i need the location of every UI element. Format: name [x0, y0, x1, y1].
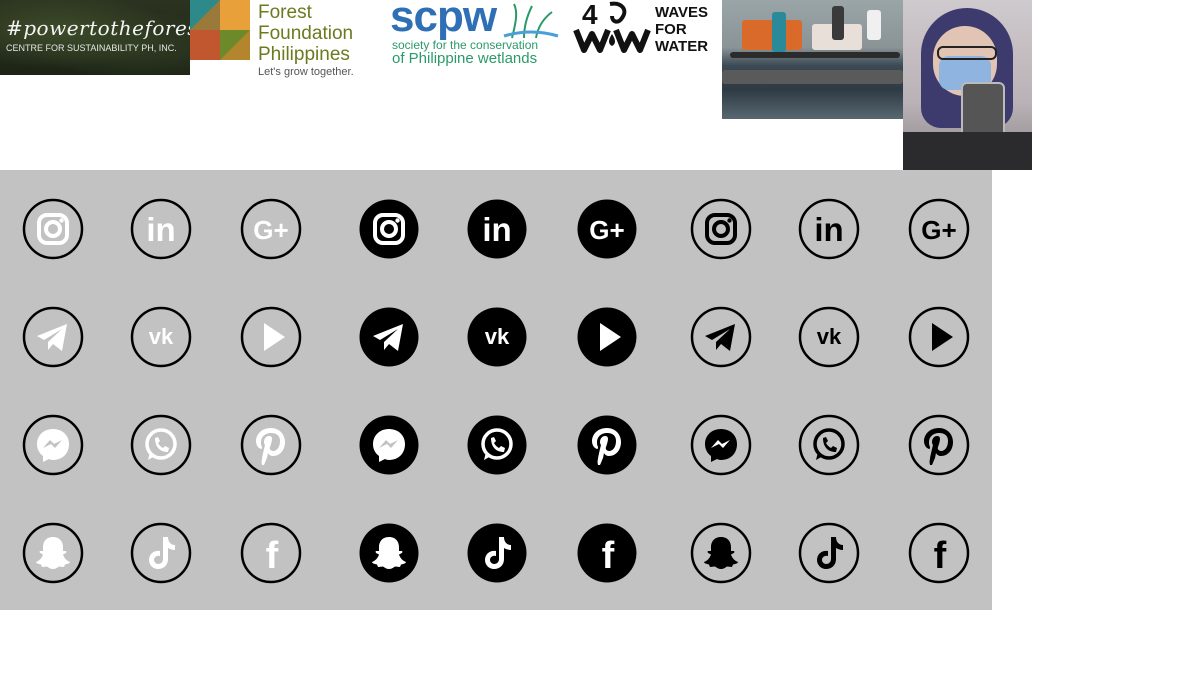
pinterest-icon[interactable]: [240, 414, 302, 476]
vk-icon[interactable]: vk: [130, 306, 192, 368]
vk-icon[interactable]: vk: [798, 306, 860, 368]
messenger-icon[interactable]: [358, 414, 420, 476]
facebook-icon[interactable]: f: [908, 522, 970, 584]
play-icon[interactable]: [240, 306, 302, 368]
wetland-reeds-icon: [503, 3, 559, 39]
svg-text:4: 4: [582, 0, 598, 30]
tiktok-icon[interactable]: [798, 522, 860, 584]
facebook-icon[interactable]: f: [240, 522, 302, 584]
svg-text:G+: G+: [589, 215, 624, 245]
waves-for-water-logo: 4 WAVES FOR WATER: [570, 0, 720, 60]
centre-for-sustainability-logo: #powertotheforest CENTRE FOR SUSTAINABIL…: [0, 0, 190, 75]
svg-text:vk: vk: [149, 324, 174, 349]
cfs-tagline: #powertotheforest: [6, 16, 190, 40]
svg-text:f: f: [602, 535, 615, 577]
telegram-icon[interactable]: [358, 306, 420, 368]
linkedin-icon[interactable]: in: [130, 198, 192, 260]
ffp-mosaic-icon: [190, 0, 250, 60]
waves-for-water-mark-icon: 4: [573, 0, 651, 53]
tiktok-icon[interactable]: [130, 522, 192, 584]
whatsapp-icon[interactable]: [466, 414, 528, 476]
svg-text:f: f: [266, 535, 279, 577]
vk-icon[interactable]: vk: [466, 306, 528, 368]
google-plus-icon[interactable]: G+: [240, 198, 302, 260]
svg-text:G+: G+: [253, 215, 288, 245]
facebook-icon[interactable]: f: [576, 522, 638, 584]
snapchat-icon[interactable]: [22, 522, 84, 584]
boat-volunteers-photo: [722, 0, 903, 119]
google-plus-icon[interactable]: G+: [908, 198, 970, 260]
messenger-icon[interactable]: [690, 414, 752, 476]
play-icon[interactable]: [908, 306, 970, 368]
svg-text:f: f: [934, 535, 947, 577]
messenger-icon[interactable]: [22, 414, 84, 476]
whatsapp-icon[interactable]: [798, 414, 860, 476]
ffp-name: Forest Foundation Philippines: [258, 2, 354, 65]
telegram-icon[interactable]: [22, 306, 84, 368]
linkedin-icon[interactable]: in: [466, 198, 528, 260]
telegram-icon[interactable]: [690, 306, 752, 368]
scpw-logo: scpw society for the conservation of Phi…: [390, 0, 562, 78]
waves-for-water-wordmark: WAVES FOR WATER: [655, 4, 709, 55]
snapchat-icon[interactable]: [358, 522, 420, 584]
forest-foundation-philippines-logo: Forest Foundation Philippines Let's grow…: [190, 0, 388, 95]
svg-text:G+: G+: [921, 215, 956, 245]
whatsapp-icon[interactable]: [130, 414, 192, 476]
instagram-icon[interactable]: [690, 198, 752, 260]
svg-text:vk: vk: [817, 324, 842, 349]
linkedin-icon[interactable]: in: [798, 198, 860, 260]
ffp-slogan: Let's grow together.: [258, 66, 354, 78]
pinterest-icon[interactable]: [908, 414, 970, 476]
person-portrait-photo: [903, 0, 1032, 170]
cfs-org-name: CENTRE FOR SUSTAINABILITY PH, INC.: [6, 43, 177, 53]
instagram-icon[interactable]: [22, 198, 84, 260]
instagram-icon[interactable]: [358, 198, 420, 260]
svg-text:in: in: [146, 211, 175, 248]
svg-text:in: in: [814, 211, 843, 248]
svg-text:in: in: [482, 211, 511, 248]
google-plus-icon[interactable]: G+: [576, 198, 638, 260]
pinterest-icon[interactable]: [576, 414, 638, 476]
play-icon[interactable]: [576, 306, 638, 368]
tiktok-icon[interactable]: [466, 522, 528, 584]
snapchat-icon[interactable]: [690, 522, 752, 584]
scpw-full-name: society for the conservation of Philippi…: [392, 38, 539, 67]
scpw-abbreviation: scpw: [390, 0, 497, 41]
social-icon-grid: in G+ in G+ in G+ vk vk vk f f f: [0, 170, 992, 610]
svg-text:vk: vk: [485, 324, 510, 349]
